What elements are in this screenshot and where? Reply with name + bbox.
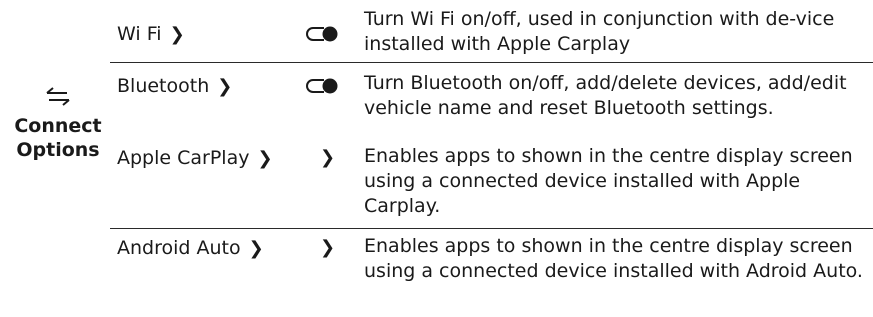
option-name-android-auto[interactable]: Android Auto ❯ [117,234,264,263]
chevron-right-icon[interactable]: ❯ [320,234,335,262]
section-label-line-1: Connect [14,115,102,137]
option-description: Turn Bluetooth on/off, add/delete device… [364,72,847,119]
chevron-right-icon: ❯ [257,148,273,169]
option-label: Wi Fi [117,23,162,45]
section-heading: Connect Options [8,86,108,162]
option-description: Enables apps to shown in the centre disp… [364,235,863,282]
row-divider [110,228,873,229]
chevron-right-icon: ❯ [217,76,233,97]
swap-arrows-icon [8,86,108,110]
option-name-apple-carplay[interactable]: Apple CarPlay ❯ [117,144,273,173]
option-name-bluetooth[interactable]: Bluetooth ❯ [117,72,232,101]
option-description: Turn Wi Fi on/off, used in conjunction w… [364,8,835,55]
chevron-right-icon: ❯ [169,24,185,45]
toggle-icon[interactable] [306,78,340,98]
chevron-right-icon: ❯ [248,238,264,259]
option-label: Bluetooth [117,75,210,97]
row-divider [110,62,873,63]
option-description: Enables apps to shown in the centre disp… [364,145,853,217]
option-label: Apple CarPlay [117,147,250,169]
toggle-icon[interactable] [306,26,340,46]
option-label: Android Auto [117,237,241,259]
chevron-right-icon[interactable]: ❯ [320,144,335,172]
section-label-line-2: Options [16,139,100,161]
option-name-wifi[interactable]: Wi Fi ❯ [117,20,185,49]
